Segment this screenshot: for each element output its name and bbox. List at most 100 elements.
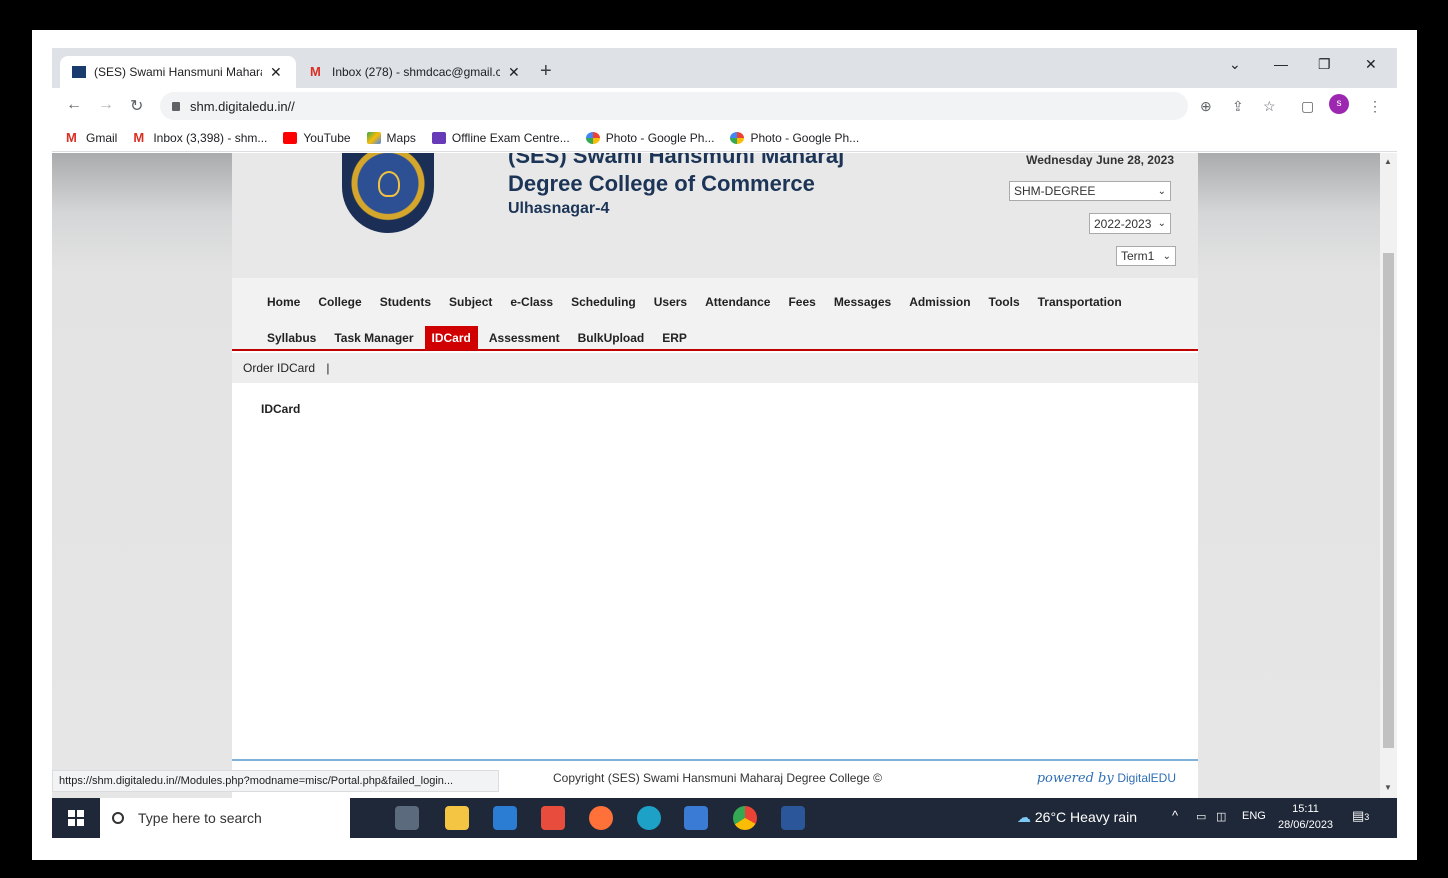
clock-date: 28/06/2023 xyxy=(1278,819,1334,831)
language-indicator[interactable]: ENG xyxy=(1242,810,1266,822)
edge-icon[interactable] xyxy=(637,806,661,830)
photos-icon xyxy=(730,131,745,144)
search-placeholder: Type here to search xyxy=(138,810,262,826)
forward-icon[interactable]: → xyxy=(98,96,114,114)
menu-item-tools[interactable]: Tools xyxy=(982,290,1027,314)
page-title: IDCard xyxy=(261,402,301,416)
menu-item-scheduling[interactable]: Scheduling xyxy=(564,290,643,314)
system-clock[interactable]: 15:11 28/06/2023 xyxy=(1278,801,1333,833)
bookmark-inbox[interactable]: M Inbox (3,398) - shm... xyxy=(133,131,267,145)
zoom-icon[interactable]: ⊕ xyxy=(1200,98,1212,115)
notification-icon[interactable]: ▤3 xyxy=(1352,808,1369,824)
menu-item-fees[interactable]: Fees xyxy=(781,290,822,314)
share-icon[interactable]: ⇪ xyxy=(1232,98,1244,115)
reload-icon[interactable]: ↻ xyxy=(130,96,143,116)
restore-icon[interactable]: ❐ xyxy=(1318,56,1331,73)
year-select[interactable]: 2022-2023 ⌄ xyxy=(1089,213,1171,234)
word-icon[interactable] xyxy=(781,806,805,830)
side-panel-icon[interactable]: ▢ xyxy=(1301,98,1314,115)
bookmark-youtube[interactable]: YouTube xyxy=(283,131,351,145)
close-tab-icon[interactable]: ✕ xyxy=(270,64,282,81)
firefox-icon[interactable] xyxy=(589,806,613,830)
scroll-down-icon[interactable]: ▼ xyxy=(1384,783,1392,792)
bookmark-offline-exam[interactable]: Offline Exam Centre... xyxy=(431,130,570,145)
mail-icon[interactable] xyxy=(493,806,517,830)
school-select[interactable]: SHM-DEGREE ⌄ xyxy=(1009,181,1171,201)
menu-item-bulkupload[interactable]: BulkUpload xyxy=(571,326,652,350)
task-view-icon[interactable] xyxy=(395,806,419,830)
bookmark-maps[interactable]: Maps xyxy=(366,131,416,145)
menu-item-college[interactable]: College xyxy=(311,290,368,314)
college-logo xyxy=(342,153,434,233)
clock-time: 15:11 xyxy=(1292,803,1319,815)
network-icon[interactable]: ▭ xyxy=(1196,810,1206,823)
chrome-icon[interactable] xyxy=(733,806,757,830)
college-name-top: (SES) Swami Hansmuni Maharaj xyxy=(508,153,845,168)
menu-item-home[interactable]: Home xyxy=(260,290,307,314)
tab-inbox[interactable]: M Inbox (278) - shmdcac@gmail.co ✕ xyxy=(298,56,534,88)
term-select[interactable]: Term1 ⌄ xyxy=(1116,246,1176,266)
college-name: Degree College of Commerce xyxy=(508,171,815,196)
youtube-icon xyxy=(283,131,298,144)
weather-text: 26°C Heavy rain xyxy=(1034,809,1137,825)
menu-item-assessment[interactable]: Assessment xyxy=(482,326,567,350)
chevron-down-icon: ⌄ xyxy=(1157,218,1166,229)
college-favicon-icon xyxy=(72,66,86,78)
close-window-icon[interactable]: ✕ xyxy=(1365,56,1377,73)
volume-icon[interactable]: ◫ xyxy=(1216,810,1226,823)
menu-item-students[interactable]: Students xyxy=(373,290,438,314)
page-scrollbar[interactable]: ▲ ▼ xyxy=(1380,153,1397,798)
bookmark-photos-2[interactable]: Photo - Google Ph... xyxy=(730,131,859,145)
menu-item-task-manager[interactable]: Task Manager xyxy=(327,326,420,350)
menu-item-erp[interactable]: ERP xyxy=(655,326,694,350)
bookmark-star-icon[interactable]: ☆ xyxy=(1263,98,1276,115)
page-header: (SES) Swami Hansmuni Maharaj Degree Coll… xyxy=(232,153,1198,278)
page-container: (SES) Swami Hansmuni Maharaj Degree Coll… xyxy=(232,153,1198,798)
menu-item-transportation[interactable]: Transportation xyxy=(1031,290,1129,314)
menu-item-e-class[interactable]: e-Class xyxy=(503,290,560,314)
page-viewport: (SES) Swami Hansmuni Maharaj Degree Coll… xyxy=(52,153,1380,798)
tab-search-icon[interactable]: ⌄ xyxy=(1229,56,1241,73)
bookmark-photos-1[interactable]: Photo - Google Ph... xyxy=(585,131,714,145)
menu-item-users[interactable]: Users xyxy=(647,290,694,314)
bookmark-gmail[interactable]: M Gmail xyxy=(66,131,117,145)
weather-widget[interactable]: ☁ 26°C Heavy rain xyxy=(1017,809,1137,826)
bookmark-label: Inbox (3,398) - shm... xyxy=(153,130,268,145)
scroll-up-icon[interactable]: ▲ xyxy=(1384,157,1392,166)
profile-avatar[interactable]: s xyxy=(1329,94,1349,114)
chevron-down-icon: ⌄ xyxy=(1157,185,1166,197)
tab-college[interactable]: (SES) Swami Hansmuni Maharaj D ✕ xyxy=(60,56,296,88)
anydesk-icon[interactable] xyxy=(541,806,565,830)
menu-item-attendance[interactable]: Attendance xyxy=(698,290,777,314)
back-icon[interactable]: ← xyxy=(66,96,82,114)
powered-by[interactable]: powered by DigitalEDU xyxy=(1037,770,1176,786)
forms-icon xyxy=(431,131,446,144)
menu-kebab-icon[interactable]: ⋮ xyxy=(1368,98,1382,115)
term-select-value: Term1 xyxy=(1121,249,1155,263)
bookmark-label: Photo - Google Ph... xyxy=(750,130,860,145)
status-url: https://shm.digitaledu.in//Modules.php?m… xyxy=(52,770,499,792)
tab-title: (SES) Swami Hansmuni Maharaj D xyxy=(94,65,262,79)
menu-item-idcard[interactable]: IDCard xyxy=(424,326,478,350)
taskbar-search[interactable]: Type here to search xyxy=(100,798,350,838)
store-icon[interactable] xyxy=(684,806,708,830)
bookmark-label: Offline Exam Centre... xyxy=(451,130,570,145)
menu-item-subject[interactable]: Subject xyxy=(442,290,499,314)
close-tab-icon[interactable]: ✕ xyxy=(508,64,520,81)
menu-item-syllabus[interactable]: Syllabus xyxy=(260,326,323,350)
browser-window: (SES) Swami Hansmuni Maharaj D ✕ M Inbox… xyxy=(52,48,1397,798)
address-bar[interactable]: shm.digitaledu.in// xyxy=(160,92,1188,120)
menu-row-2: Syllabus Task Manager IDCard Assessment Bulk… xyxy=(260,326,698,350)
new-tab-button[interactable]: + xyxy=(540,60,552,83)
menu-item-messages[interactable]: Messages xyxy=(827,290,898,314)
menu-row-1: Home College Students Subject e-Class Schedul… xyxy=(260,290,1133,314)
chevron-up-icon[interactable]: ^ xyxy=(1172,808,1178,823)
submenu-separator: | xyxy=(326,361,330,375)
tab-title: Inbox (278) - shmdcac@gmail.co xyxy=(332,65,500,79)
order-idcard-link[interactable]: Order IDCard xyxy=(243,361,315,375)
menu-item-admission[interactable]: Admission xyxy=(902,290,977,314)
minimize-icon[interactable]: — xyxy=(1274,56,1288,72)
file-explorer-icon[interactable] xyxy=(445,806,469,830)
windows-start-icon[interactable] xyxy=(68,810,84,826)
scroll-thumb[interactable] xyxy=(1383,253,1394,748)
